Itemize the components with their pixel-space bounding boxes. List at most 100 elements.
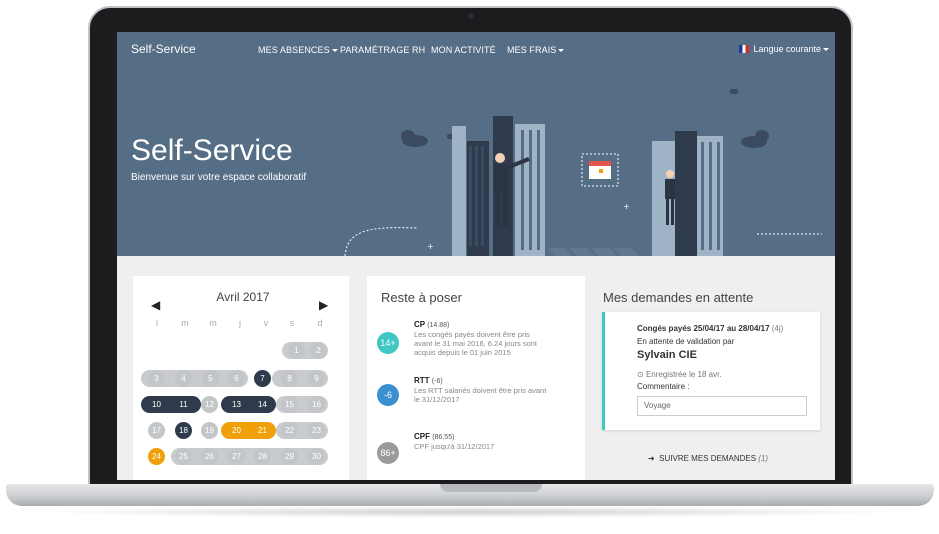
cpf-desc-line: CPF jusqu'à 31/12/2017	[414, 442, 495, 451]
cp-desc-line: Les congés payés doivent être pris	[414, 330, 530, 339]
follow-requests-link[interactable]: ➜ SUIVRE MES DEMANDES (1)	[648, 454, 768, 463]
calendar-day[interactable]: 9	[308, 370, 325, 387]
calendar-day[interactable]: 29	[281, 448, 298, 465]
comment-label: Commentaire :	[637, 382, 690, 391]
nav-mes-absences[interactable]: MES ABSENCES	[258, 45, 338, 55]
calendar-day[interactable]: 28	[254, 448, 271, 465]
nav-mes-absences-label: MES ABSENCES	[258, 45, 330, 55]
clock-icon: ⊙	[637, 370, 644, 379]
cp-value: (14.88)	[427, 322, 450, 329]
rtt-title: RTT (-6)	[414, 376, 443, 385]
hero-title: Self-Service	[131, 134, 293, 167]
cp-desc-line: avant le 31 mai 2016, 6.24 jours sont	[414, 339, 537, 348]
cpf-label: CPF	[414, 432, 430, 441]
demandes-title: Mes demandes en attente	[603, 290, 754, 305]
brand-link[interactable]: Self-Service	[131, 42, 196, 56]
laptop-notch	[440, 484, 542, 492]
cp-desc-line: acquis depuis le 01 juin 2015	[414, 348, 511, 357]
request-registered-label: Enregistrée le 18 avr.	[645, 370, 722, 379]
calendar-day[interactable]: 3	[148, 370, 165, 387]
request-summary: Congés payés 25/04/17 au 28/04/17 (4j)	[637, 324, 783, 333]
calendar-illustration-icon	[581, 153, 619, 187]
caret-down-icon	[823, 48, 829, 52]
calendar-day[interactable]: 5	[202, 370, 219, 387]
cpf-value: (86.55)	[432, 434, 455, 441]
follow-requests-count: (1)	[758, 454, 769, 463]
calendar-day[interactable]: 20	[228, 422, 245, 439]
rtt-badge: -6	[377, 384, 399, 406]
comment-field[interactable]: Voyage	[637, 396, 807, 416]
nav-mes-frais[interactable]: MES FRAIS	[507, 45, 565, 55]
follow-requests-label: SUIVRE MES DEMANDES	[659, 454, 757, 463]
request-dates: Congés payés 25/04/17 au 28/04/17	[637, 324, 770, 333]
request-validator: Sylvain CIE	[637, 349, 697, 361]
language-label: Langue courante	[753, 44, 821, 54]
weekday-label: m	[181, 318, 189, 328]
calendar-day[interactable]: 19	[201, 422, 218, 439]
calendar-day[interactable]: 13	[228, 396, 245, 413]
rtt-value: (-6)	[431, 378, 443, 385]
request-status: En attente de validation par	[637, 337, 735, 346]
french-flag-icon	[739, 45, 750, 53]
request-duration: (4j)	[771, 324, 784, 333]
cp-title: CP (14.88)	[414, 320, 449, 329]
calendar-day[interactable]: 22	[281, 422, 298, 439]
calendar-day[interactable]: 11	[175, 396, 192, 413]
svg-text:+: +	[623, 202, 630, 211]
rtt-desc-line: le 31/12/2017	[414, 395, 460, 404]
calendar-day[interactable]: 18	[175, 422, 192, 439]
rtt-desc-line: Les RTT salariés doivent être pris avant	[414, 386, 547, 395]
calendar-day[interactable]: 17	[148, 422, 165, 439]
calendar-day[interactable]: 30	[308, 448, 325, 465]
week-bar	[171, 448, 328, 465]
nav-mon-activite[interactable]: MON ACTIVITÉ	[431, 45, 496, 55]
calendar-day[interactable]: 4	[175, 370, 192, 387]
calendar-day[interactable]: 21	[254, 422, 271, 439]
calendar-day[interactable]: 16	[308, 396, 325, 413]
cp-label: CP	[414, 320, 425, 329]
calendar-day[interactable]: 12	[201, 396, 218, 413]
weekday-label: d	[317, 318, 323, 328]
weekday-label: s	[289, 318, 295, 328]
reste-a-poser-title: Reste à poser	[381, 290, 462, 305]
svg-text:+: +	[427, 242, 434, 251]
calendar-day[interactable]: 8	[281, 370, 298, 387]
calendar-day[interactable]: 27	[228, 448, 245, 465]
hero-subtitle: Bienvenue sur votre espace collaboratif	[131, 172, 307, 183]
calendar-day[interactable]: 7	[254, 370, 271, 387]
cpf-title: CPF (86.55)	[414, 432, 454, 441]
camera-icon	[468, 13, 474, 19]
reste-a-poser-card: Reste à poser 14+ CP (14.88) Les congés …	[367, 276, 585, 480]
calendar-day[interactable]: 1	[288, 342, 305, 359]
calendar-day[interactable]: 6	[228, 370, 245, 387]
calendar-card: ◀ Avril 2017 ▶ l m m j v s d 1 2 3 4 5 6…	[133, 276, 349, 480]
top-navbar: Self-Service MES ABSENCES PARAMÉTRAGE RH…	[117, 32, 835, 66]
weekday-label: m	[209, 318, 217, 328]
next-month-arrow-icon[interactable]: ▶	[319, 298, 328, 312]
pending-request-card[interactable]: Congés payés 25/04/17 au 28/04/17 (4j) E…	[602, 312, 820, 430]
cp-badge: 14+	[377, 332, 399, 354]
nav-mes-frais-label: MES FRAIS	[507, 45, 557, 55]
calendar-day[interactable]: 24	[148, 448, 165, 465]
buildings-right-icon	[652, 131, 723, 256]
weekday-label: v	[263, 318, 269, 328]
weekday-label: j	[239, 318, 241, 328]
calendar-day[interactable]: 10	[148, 396, 165, 413]
arrow-right-icon: ➜	[648, 454, 655, 463]
request-registered: ⊙ Enregistrée le 18 avr.	[637, 370, 722, 379]
calendar-day[interactable]: 25	[175, 448, 192, 465]
weekday-label: l	[156, 318, 158, 328]
cpf-badge: 86+	[377, 442, 399, 464]
calendar-day[interactable]: 26	[201, 448, 218, 465]
laptop-shadow	[30, 506, 910, 518]
caret-down-icon	[558, 49, 565, 53]
calendar-day[interactable]: 15	[281, 396, 298, 413]
hero-banner: + + Self-Service Bienvenue sur votre esp…	[117, 66, 835, 256]
caret-down-icon	[331, 49, 338, 53]
calendar-day[interactable]: 2	[310, 342, 327, 359]
calendar-day[interactable]: 14	[254, 396, 271, 413]
nav-parametrage-rh[interactable]: PARAMÉTRAGE RH	[340, 45, 425, 55]
calendar-day[interactable]: 23	[308, 422, 325, 439]
rtt-label: RTT	[414, 376, 430, 385]
language-selector[interactable]: Langue courante	[739, 44, 829, 54]
